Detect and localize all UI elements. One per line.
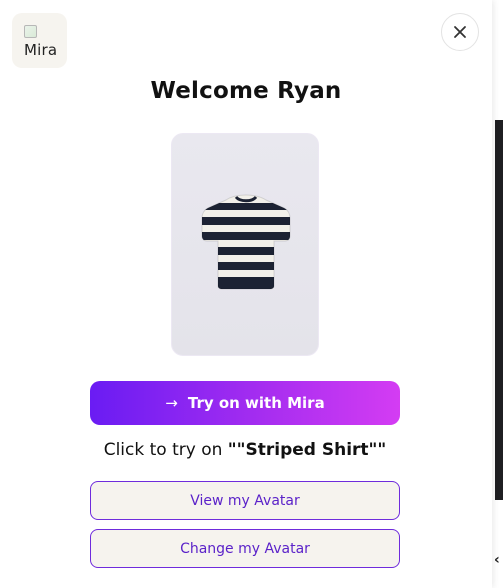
chevron-left-icon[interactable]: ‹	[494, 552, 500, 568]
broken-image-icon	[24, 25, 37, 38]
try-on-prompt: Click to try on ""Striped Shirt""	[0, 440, 490, 460]
logo-alt-text: Mira	[24, 41, 58, 59]
view-avatar-button[interactable]: View my Avatar	[90, 481, 400, 520]
change-avatar-label: Change my Avatar	[180, 540, 310, 557]
view-avatar-label: View my Avatar	[190, 492, 300, 509]
prompt-prefix: Click to try on	[103, 440, 228, 460]
page-backdrop: ‹	[492, 0, 503, 588]
try-on-modal: Mira Welcome Ryan → Try on with Mira Cli…	[0, 0, 492, 588]
close-icon	[454, 26, 466, 38]
arrow-right-icon: →	[165, 393, 178, 412]
striped-shirt-image	[201, 194, 291, 290]
try-on-button[interactable]: → Try on with Mira	[90, 381, 400, 425]
close-button[interactable]	[441, 13, 479, 51]
backdrop-content	[495, 120, 503, 500]
page-title: Welcome Ryan	[150, 78, 342, 104]
change-avatar-button[interactable]: Change my Avatar	[90, 529, 400, 568]
brand-logo: Mira	[12, 13, 67, 68]
product-image-card	[171, 133, 319, 356]
try-on-label: Try on with Mira	[187, 394, 325, 412]
prompt-item-name: ""Striped Shirt""	[227, 440, 387, 460]
